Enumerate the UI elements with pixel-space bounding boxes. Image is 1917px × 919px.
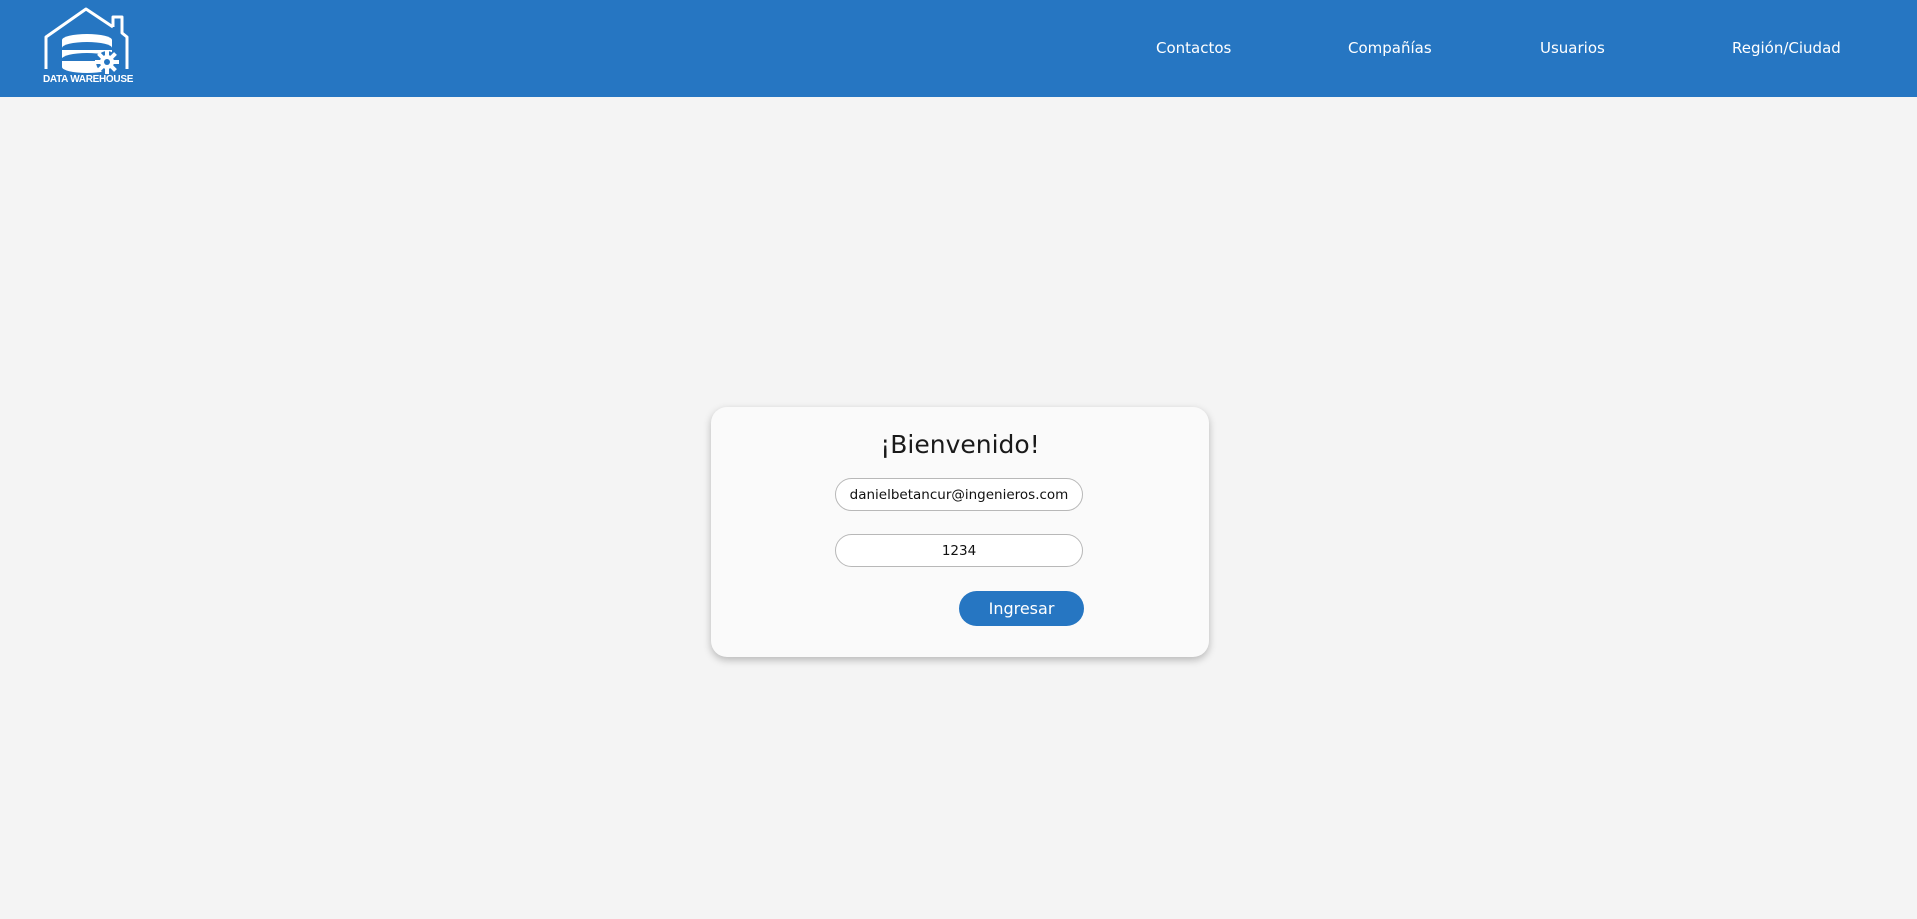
login-card: ¡Bienvenido! Ingresar bbox=[711, 407, 1209, 657]
app-root: DATA WAREHOUSE Contactos Compañías Usuar… bbox=[0, 0, 1917, 919]
login-button[interactable]: Ingresar bbox=[959, 591, 1084, 626]
nav-contactos[interactable]: Contactos bbox=[1156, 38, 1231, 58]
login-title: ¡Bienvenido! bbox=[880, 430, 1040, 459]
nav-usuarios[interactable]: Usuarios bbox=[1540, 38, 1605, 58]
house-database-gear-icon bbox=[44, 7, 129, 74]
nav-companias[interactable]: Compañías bbox=[1348, 38, 1432, 58]
logo[interactable]: DATA WAREHOUSE bbox=[43, 5, 135, 89]
nav-region-ciudad[interactable]: Región/Ciudad bbox=[1732, 38, 1841, 58]
top-navbar: DATA WAREHOUSE Contactos Compañías Usuar… bbox=[0, 0, 1917, 97]
email-field[interactable] bbox=[835, 478, 1083, 511]
logo-text: DATA WAREHOUSE bbox=[43, 74, 134, 85]
password-field[interactable] bbox=[835, 534, 1083, 567]
